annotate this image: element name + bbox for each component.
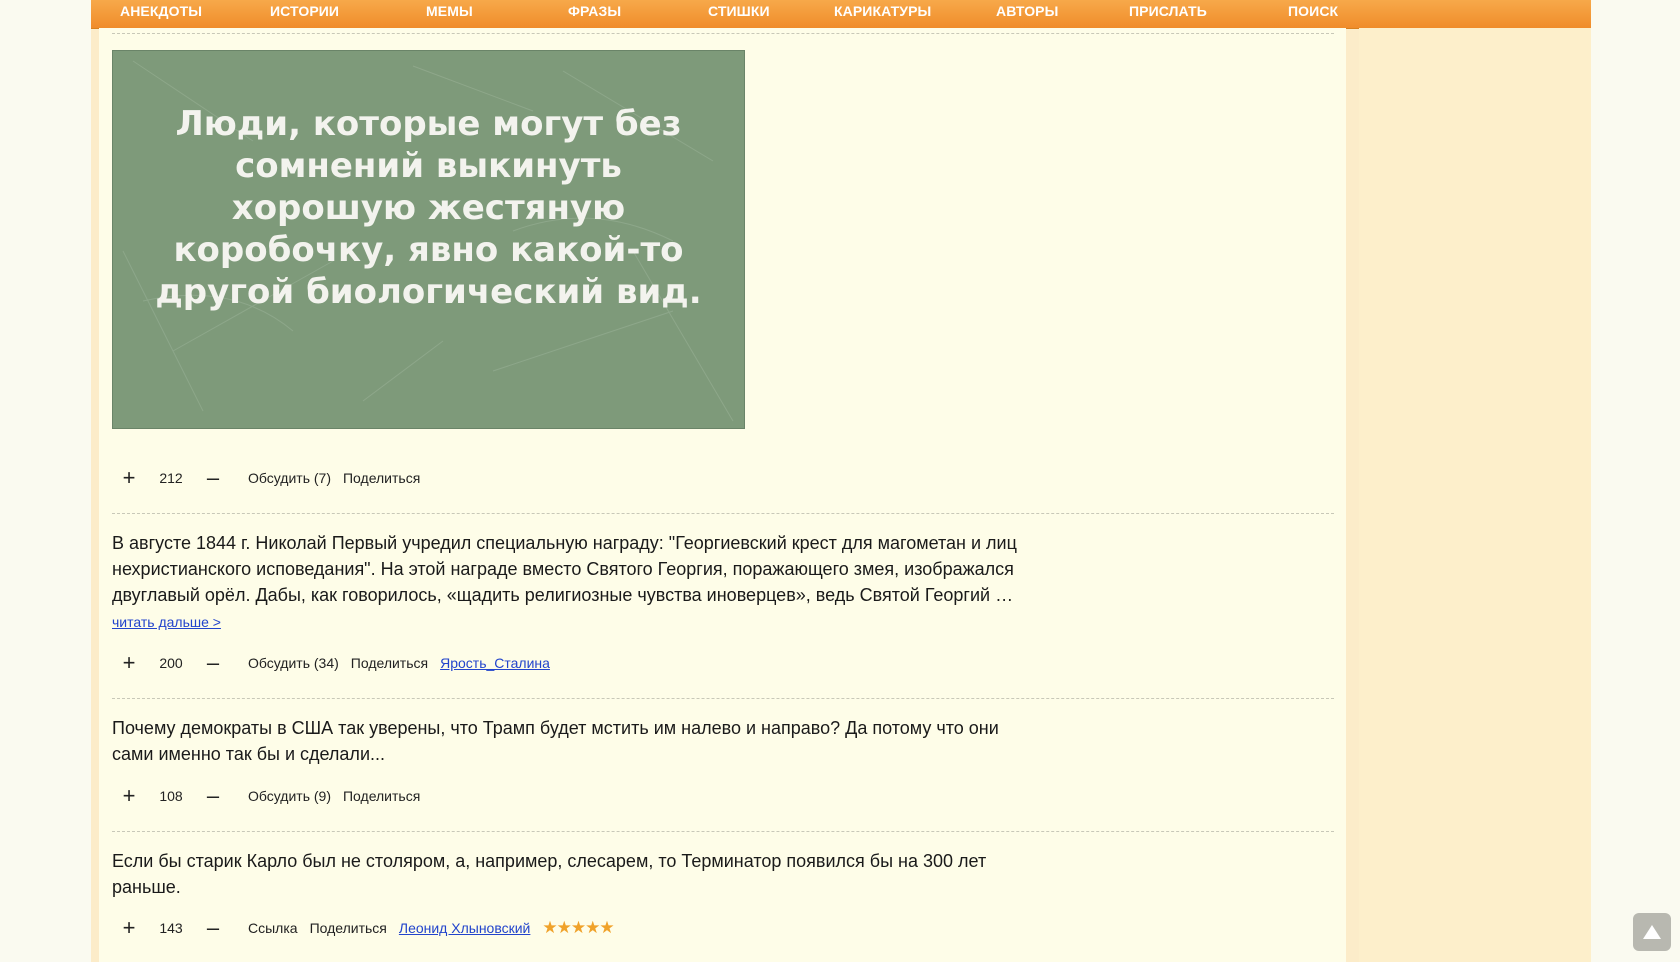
vote-score: 212 [159,470,183,486]
vote-score: 108 [159,788,183,804]
post-text: В августе 1844 г. Николай Первый учредил… [112,530,1032,635]
share-link[interactable]: Поделиться [343,788,420,804]
vote-up-button[interactable]: + [117,783,141,809]
nav-memy[interactable]: МЕМЫ [426,3,473,19]
nav-frazy[interactable]: ФРАЗЫ [568,3,621,19]
vote-up-button[interactable]: + [117,650,141,676]
vote-bar: + 212 – Обсудить (7) Поделиться [112,465,432,491]
permalink-link[interactable]: Ссылка [248,920,298,936]
vote-down-button[interactable]: – [201,783,225,809]
separator [112,513,1334,514]
nav-karikatury[interactable]: КАРИКАТУРЫ [834,3,931,19]
discuss-link[interactable]: Обсудить (7) [248,470,331,486]
scroll-to-top-button[interactable] [1633,913,1671,951]
separator [112,831,1334,832]
vote-down-button[interactable]: – [201,650,225,676]
nav-avtory[interactable]: АВТОРЫ [996,3,1058,19]
meme-image[interactable]: Люди, которые могут без сомнений выкинут… [112,50,745,429]
nav-stishki[interactable]: СТИШКИ [708,3,770,19]
vote-bar: + 108 – Обсудить (9) Поделиться [112,783,432,809]
nav-anekdoty[interactable]: АНЕКДОТЫ [120,3,202,19]
share-link[interactable]: Поделиться [351,655,428,671]
top-nav: АНЕКДОТЫ ИСТОРИИ МЕМЫ ФРАЗЫ СТИШКИ КАРИК… [91,0,1591,29]
post-text: Почему демократы в США так уверены, что … [112,715,1032,767]
share-link[interactable]: Поделиться [343,470,420,486]
share-link[interactable]: Поделиться [310,920,387,936]
separator [112,33,1334,34]
vote-bar: + 143 – Ссылка Поделиться Леонид Хлыновс… [112,915,615,941]
separator [112,698,1334,699]
discuss-link[interactable]: Обсудить (9) [248,788,331,804]
author-link[interactable]: Леонид Хлыновский [399,920,531,936]
vote-down-button[interactable]: – [201,915,225,941]
vote-score: 200 [159,655,183,671]
arrow-up-icon [1643,925,1661,939]
vote-score: 143 [159,920,183,936]
rating-stars-icon: ★★★★★ [542,918,614,937]
meme-caption: Люди, которые могут без сомнений выкинут… [155,104,702,312]
vote-bar: + 200 – Обсудить (34) Поделиться Ярость_… [112,650,562,676]
post-body: Если бы старик Карло был не столяром, а,… [112,851,987,897]
right-sidebar [1359,28,1591,962]
vote-up-button[interactable]: + [117,915,141,941]
post-text: Если бы старик Карло был не столяром, а,… [112,848,1032,900]
vote-up-button[interactable]: + [117,465,141,491]
vote-down-button[interactable]: – [201,465,225,491]
nav-istorii[interactable]: ИСТОРИИ [270,3,339,19]
discuss-link[interactable]: Обсудить (34) [248,655,339,671]
post-body: Почему демократы в США так уверены, что … [112,718,999,764]
nav-prislat[interactable]: ПРИСЛАТЬ [1129,3,1207,19]
nav-poisk[interactable]: ПОИСК [1288,3,1338,19]
read-more-link[interactable]: читать дальше > [112,614,221,630]
post-body: В августе 1844 г. Николай Первый учредил… [112,533,1017,605]
author-link[interactable]: Ярость_Сталина [440,655,550,671]
